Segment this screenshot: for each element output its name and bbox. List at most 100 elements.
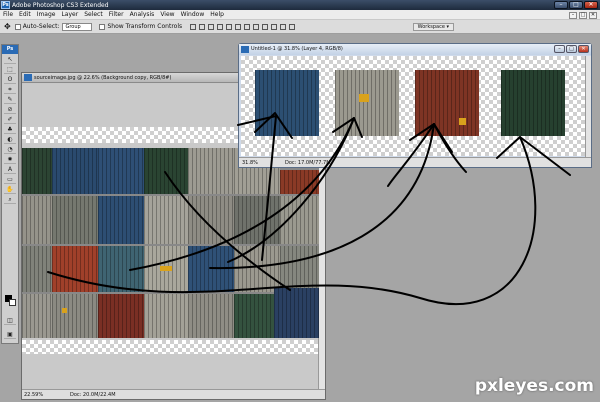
- menu-help[interactable]: Help: [210, 11, 224, 18]
- eraser-tool-icon[interactable]: ◐: [4, 136, 16, 144]
- container-sample-red: [415, 70, 479, 136]
- container-sample-blue: [255, 70, 319, 136]
- untitled-maximize-button[interactable]: □: [566, 45, 577, 53]
- transform-controls-label: Show Transform Controls: [107, 23, 183, 30]
- workspace-button[interactable]: Workspace ▾: [412, 23, 454, 31]
- distribute-center-icon[interactable]: [253, 23, 260, 30]
- toolbox: Ps ↖ ⬚ ʘ ⌗ ✎ ⊘ ✐ ♣ ◐ ◔ ✸ A ▭ ✋ ⌕ ◫ ▣: [1, 44, 19, 344]
- container-grey-4: [52, 196, 98, 244]
- container-blue-2: [98, 148, 144, 194]
- distribute-hcenter-icon[interactable]: [280, 23, 287, 30]
- crop-tool-icon[interactable]: ⌗: [4, 86, 16, 94]
- menu-layer[interactable]: Layer: [61, 11, 78, 18]
- align-hcenter-icon[interactable]: [226, 23, 233, 30]
- lasso-tool-icon[interactable]: ʘ: [4, 76, 16, 84]
- container-red-3: [98, 294, 144, 338]
- source-doc-info: Doc: 20.0M/22.4M: [70, 391, 116, 398]
- app-titlebar: Ps Adobe Photoshop CS3 Extended – □ ✕: [0, 0, 600, 10]
- untitled-window-controls: – □ ✕: [554, 45, 589, 53]
- healing-tool-icon[interactable]: ⊘: [4, 106, 16, 114]
- options-bar: ✥ Auto-Select: Group Show Transform Cont…: [0, 20, 600, 34]
- untitled-close-button[interactable]: ✕: [578, 45, 589, 53]
- untitled-minimize-button[interactable]: –: [554, 45, 565, 53]
- container-sample-green: [501, 70, 565, 136]
- container-grey-5: [144, 196, 188, 244]
- menu-view[interactable]: View: [160, 11, 174, 18]
- container-blue-5: [274, 288, 319, 338]
- menu-image[interactable]: Image: [37, 11, 56, 18]
- clone-stamp-tool-icon[interactable]: ♣: [4, 126, 16, 134]
- hand-tool-icon[interactable]: ✋: [4, 186, 16, 194]
- container-green-1: [22, 148, 52, 194]
- align-vcenter-icon[interactable]: [199, 23, 206, 30]
- yellow-label: [359, 94, 369, 102]
- container-grey-14: [52, 294, 98, 338]
- container-photo: [22, 148, 319, 338]
- gradient-tool-icon[interactable]: ◔: [4, 146, 16, 154]
- container-grey-6: [188, 196, 234, 244]
- type-tool-icon[interactable]: A: [4, 166, 16, 174]
- move-tool-icon[interactable]: ↖: [4, 56, 16, 64]
- container-grey-15: [144, 294, 188, 338]
- minimize-button[interactable]: –: [554, 1, 568, 9]
- source-zoom-level[interactable]: 22.59%: [22, 392, 44, 398]
- maximize-button[interactable]: □: [569, 1, 583, 9]
- auto-select-dropdown[interactable]: Group: [62, 22, 93, 31]
- untitled-document-window[interactable]: Untitled-1 @ 31.8% (Layer 4, RGB/8) – □ …: [238, 43, 592, 168]
- align-buttons: [190, 23, 296, 30]
- transform-controls-checkbox[interactable]: [99, 23, 106, 30]
- untitled-vertical-scrollbar[interactable]: [585, 56, 591, 158]
- distribute-left-icon[interactable]: [271, 23, 278, 30]
- menu-filter[interactable]: Filter: [109, 11, 124, 18]
- marquee-tool-icon[interactable]: ⬚: [4, 66, 16, 74]
- menu-analysis[interactable]: Analysis: [130, 11, 155, 18]
- untitled-canvas[interactable]: [241, 56, 585, 156]
- transparent-strip-bottom: [22, 340, 319, 354]
- container-teal-1: [98, 246, 144, 292]
- untitled-status-bar: 31.8% Doc: 17.0M/77.7M: [239, 157, 591, 167]
- quick-mask-icon[interactable]: ◫: [4, 317, 16, 325]
- source-document-title: sourceimage.jpg @ 22.6% (Background copy…: [34, 75, 172, 81]
- menu-file[interactable]: File: [3, 11, 13, 18]
- container-grey-13: [22, 294, 52, 338]
- close-button[interactable]: ✕: [584, 1, 598, 9]
- doc-minimize-button[interactable]: –: [569, 11, 577, 19]
- container-red-2: [52, 246, 98, 292]
- brush-tool-icon[interactable]: ✎: [4, 96, 16, 104]
- align-left-icon[interactable]: [217, 23, 224, 30]
- container-green-2: [144, 148, 188, 194]
- app-title: Adobe Photoshop CS3 Extended: [12, 1, 109, 9]
- menu-edit[interactable]: Edit: [19, 11, 31, 18]
- source-status-bar: 22.59% Doc: 20.0M/22.4M: [22, 389, 325, 399]
- align-top-icon[interactable]: [190, 23, 197, 30]
- background-color-swatch[interactable]: [9, 299, 16, 306]
- container-grey-12: [280, 246, 319, 292]
- untitled-zoom-level[interactable]: 31.8%: [239, 160, 258, 166]
- distribute-right-icon[interactable]: [289, 23, 296, 30]
- untitled-doc-info: Doc: 17.0M/77.7M: [285, 159, 331, 166]
- container-grey-11: [234, 246, 280, 292]
- untitled-document-titlebar[interactable]: Untitled-1 @ 31.8% (Layer 4, RGB/8) – □ …: [239, 44, 591, 55]
- menu-bar: File Edit Image Layer Select Filter Anal…: [0, 10, 600, 20]
- screen-mode-icon[interactable]: ▣: [4, 331, 16, 339]
- menu-window[interactable]: Window: [181, 11, 205, 18]
- document-icon: [241, 46, 249, 53]
- auto-select-label: Auto-Select:: [22, 23, 60, 30]
- menu-select[interactable]: Select: [84, 11, 103, 18]
- doc-close-button[interactable]: ✕: [589, 11, 597, 19]
- auto-select-checkbox[interactable]: [14, 23, 21, 30]
- distribute-bottom-icon[interactable]: [262, 23, 269, 30]
- zoom-tool-icon[interactable]: ⌕: [4, 196, 16, 204]
- align-right-icon[interactable]: [235, 23, 242, 30]
- doc-restore-button[interactable]: □: [579, 11, 587, 19]
- align-bottom-icon[interactable]: [208, 23, 215, 30]
- container-blue-1: [52, 148, 98, 194]
- toolbox-ps-icon: Ps: [2, 45, 18, 54]
- pencil-tool-icon[interactable]: ✐: [4, 116, 16, 124]
- dodge-tool-icon[interactable]: ✸: [4, 156, 16, 164]
- distribute-top-icon[interactable]: [244, 23, 251, 30]
- container-blue-4: [188, 246, 234, 292]
- move-tool-icon[interactable]: ✥: [4, 22, 11, 31]
- yellow-label: [160, 266, 172, 271]
- shape-tool-icon[interactable]: ▭: [4, 176, 16, 184]
